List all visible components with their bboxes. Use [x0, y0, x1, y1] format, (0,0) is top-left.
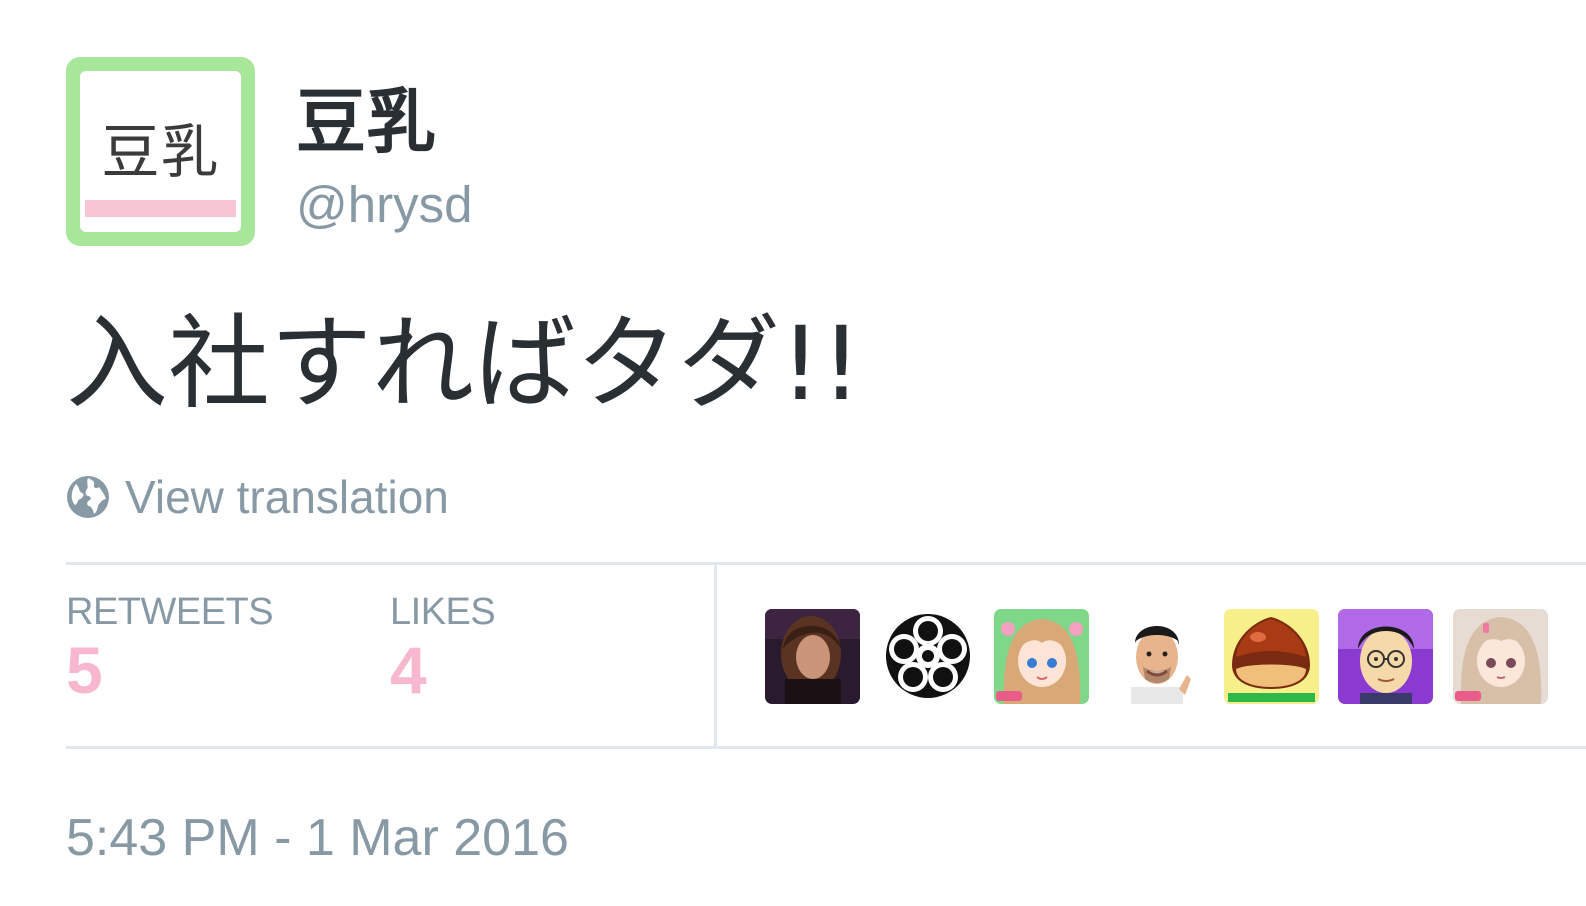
tweet-timestamp[interactable]: 5:43 PM - 1 Mar 2016	[66, 808, 569, 868]
stats-divider-vertical	[714, 565, 717, 746]
user-handle[interactable]: @hrysd	[296, 176, 472, 234]
stats-divider-bottom	[66, 746, 1586, 749]
liker-avatar-1[interactable]	[765, 609, 860, 704]
liker-avatar-3[interactable]	[994, 609, 1089, 704]
globe-icon	[67, 476, 109, 518]
profile-avatar-text: 豆乳	[101, 118, 220, 186]
tweet-text: 入社すればタダ!!	[66, 305, 862, 424]
retweets-label: RETWEETS	[66, 591, 274, 633]
liker-avatar-5-image	[1224, 609, 1319, 704]
liker-avatar-2-image	[881, 609, 976, 704]
liker-avatar-3-image	[994, 609, 1089, 704]
liker-avatar-5[interactable]	[1224, 609, 1319, 704]
liker-avatar-6-image	[1338, 609, 1433, 704]
liker-avatar-1-image	[765, 609, 860, 704]
retweets-stat[interactable]: RETWEETS 5	[66, 590, 274, 708]
profile-avatar-stripe	[85, 200, 236, 217]
liker-avatar-4-image	[1109, 609, 1204, 704]
view-translation-label: View translation	[125, 471, 449, 523]
liker-avatar-7-image	[1453, 609, 1548, 704]
liker-avatar-6[interactable]	[1338, 609, 1433, 704]
likes-label: LIKES	[390, 591, 496, 633]
liker-avatar-4[interactable]	[1109, 609, 1204, 704]
profile-avatar[interactable]: 豆乳	[66, 57, 255, 246]
profile-avatar-inner: 豆乳	[80, 71, 241, 232]
liker-avatar-2[interactable]	[881, 609, 976, 704]
likes-stat[interactable]: LIKES 4	[390, 590, 496, 708]
liker-avatar-7[interactable]	[1453, 609, 1548, 704]
stats-divider-top	[66, 562, 1586, 565]
retweets-count: 5	[66, 633, 103, 707]
view-translation-link[interactable]: View translation	[66, 470, 449, 524]
likes-count: 4	[390, 633, 427, 707]
display-name[interactable]: 豆乳	[296, 82, 436, 162]
